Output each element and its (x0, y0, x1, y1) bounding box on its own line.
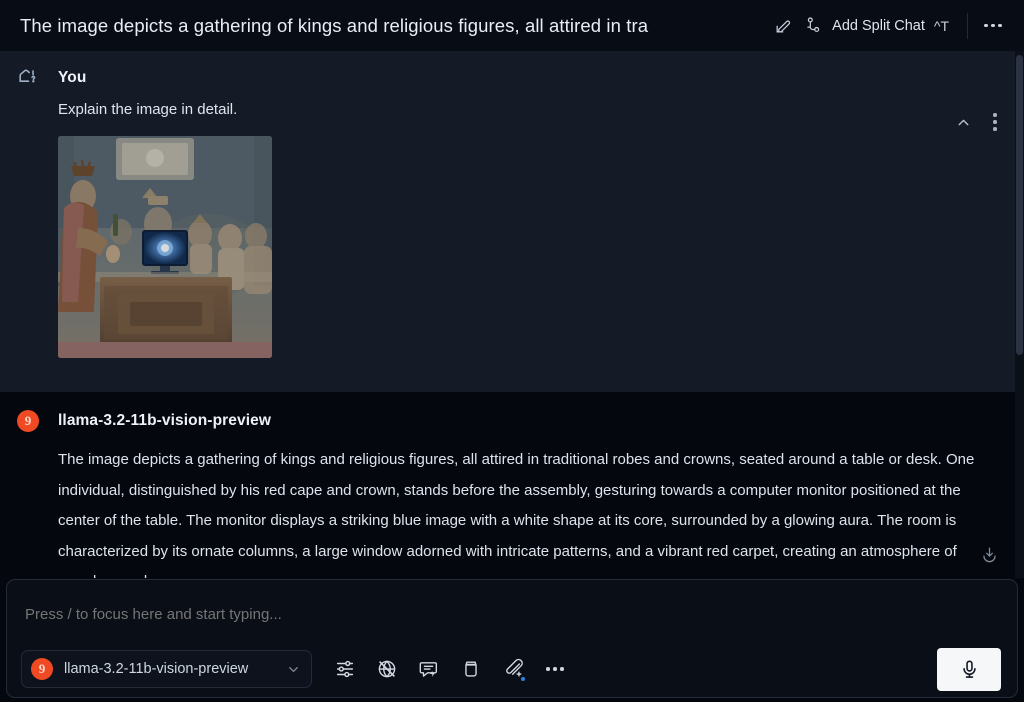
pencil-edit-icon[interactable] (766, 9, 800, 43)
user-attached-image[interactable] (58, 136, 272, 358)
microphone-icon (959, 659, 980, 680)
chat-app-window: The image depicts a gathering of kings a… (0, 0, 1024, 702)
user-message-text: Explain the image in detail. (58, 101, 238, 118)
user-message-body: Explain the image in detail. (0, 101, 1024, 358)
more-horizontal-icon[interactable] (536, 650, 574, 688)
settings-sliders-icon[interactable] (326, 650, 364, 688)
user-role-label: You (58, 69, 87, 86)
container-icon[interactable] (452, 650, 490, 688)
model-selector-label: llama-3.2-11b-vision-preview (64, 661, 249, 677)
chevron-up-icon[interactable] (948, 107, 978, 137)
add-split-chat-button[interactable]: Add Split Chat ^T (800, 9, 959, 43)
groq-badge: 9 (31, 658, 53, 680)
assistant-message-header: 9 llama-3.2-11b-vision-preview (0, 406, 1024, 436)
composer-toolbar: 9 llama-3.2-11b-vision-preview (7, 641, 1017, 697)
message-input[interactable] (7, 580, 1017, 623)
chat-question-icon (12, 63, 44, 93)
prompt-flash-icon[interactable] (410, 650, 448, 688)
microphone-button[interactable] (937, 647, 1001, 691)
attach-plus-icon[interactable] (494, 650, 532, 688)
scrollbar-thumb[interactable] (1016, 55, 1023, 355)
conversation-scrollbar[interactable] (1015, 51, 1024, 578)
user-message-tools (948, 107, 1010, 137)
add-split-chat-shortcut: ^T (933, 17, 949, 34)
message-composer: 9 llama-3.2-11b-vision-preview (6, 579, 1018, 698)
assistant-message-text: The image depicts a gathering of kings a… (58, 451, 975, 578)
branch-split-icon (804, 16, 823, 35)
assistant-model-label: llama-3.2-11b-vision-preview (58, 412, 271, 429)
attachment-indicator-dot (520, 676, 525, 681)
add-split-chat-label: Add Split Chat (832, 17, 925, 34)
user-message-block: You Explain the image in detail. (0, 51, 1024, 392)
globe-off-icon[interactable] (368, 650, 406, 688)
user-message-header: You (0, 63, 1024, 93)
page-title: The image depicts a gathering of kings a… (20, 14, 649, 36)
scroll-to-bottom-icon[interactable] (974, 539, 1004, 569)
app-header: The image depicts a gathering of kings a… (0, 0, 1024, 51)
conversation-scroll-area[interactable]: You Explain the image in detail. 9 llama… (0, 51, 1024, 578)
header-divider (967, 12, 968, 39)
groq-badge: 9 (17, 410, 39, 432)
chevron-down-icon (286, 662, 301, 677)
model-selector[interactable]: 9 llama-3.2-11b-vision-preview (21, 650, 312, 688)
avatar: 9 (12, 406, 44, 436)
more-horizontal-icon[interactable] (976, 9, 1010, 43)
assistant-message-body: The image depicts a gathering of kings a… (0, 445, 1024, 578)
composer-tool-icons (326, 650, 574, 688)
assistant-message-block: 9 llama-3.2-11b-vision-preview The image… (0, 392, 1024, 578)
more-vertical-icon[interactable] (980, 107, 1010, 137)
